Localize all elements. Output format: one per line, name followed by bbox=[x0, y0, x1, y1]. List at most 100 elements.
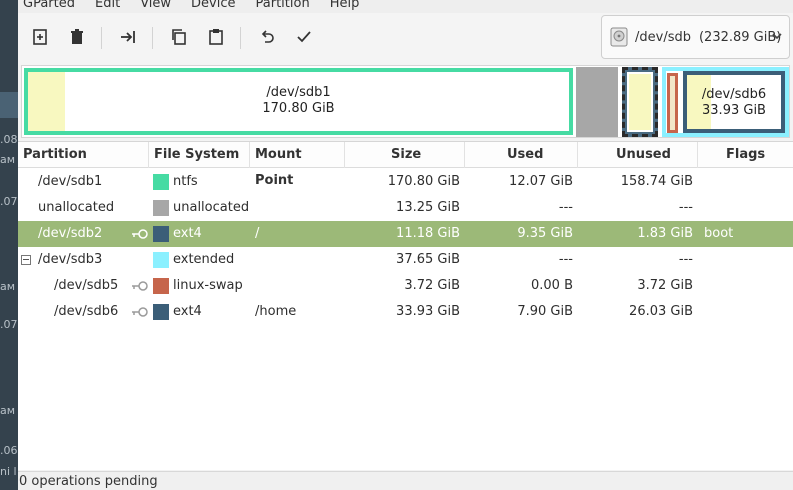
device-name: /dev/sdb bbox=[635, 29, 691, 45]
cell-file-system: linux-swap bbox=[173, 278, 243, 293]
toolbar-separator bbox=[101, 27, 102, 49]
cell-unused: --- bbox=[678, 200, 693, 215]
background-selection bbox=[0, 92, 18, 118]
menu-device[interactable]: Device bbox=[191, 0, 235, 11]
copy-button[interactable] bbox=[166, 24, 192, 50]
status-text: 0 operations pending bbox=[19, 474, 158, 489]
cell-file-system: ext4 bbox=[173, 226, 202, 241]
cell-unused: 3.72 GiB bbox=[637, 278, 693, 293]
cell-used: 9.35 GiB bbox=[517, 226, 573, 241]
cell-used: 12.07 GiB bbox=[509, 174, 573, 189]
table-row[interactable]: unallocated unallocated 13.25 GiB --- --- bbox=[18, 195, 793, 221]
cell-partition: /dev/sdb1 bbox=[38, 174, 103, 189]
menu-view[interactable]: View bbox=[140, 0, 171, 11]
cell-unused: 158.74 GiB bbox=[620, 174, 693, 189]
cell-file-system: ntfs bbox=[173, 174, 198, 189]
cell-partition: /dev/sdb2 bbox=[38, 226, 103, 241]
cell-flags bbox=[704, 299, 784, 325]
menu-partition[interactable]: Partition bbox=[256, 0, 310, 11]
cell-file-system: unallocated bbox=[173, 200, 250, 215]
graphic-unallocated[interactable] bbox=[576, 67, 618, 137]
cell-flags: boot bbox=[704, 226, 734, 241]
copy-icon bbox=[172, 29, 186, 45]
table-row[interactable]: /dev/sdb2 ext4 / 11.18 GiB 9.35 GiB 1.83 GiB b… bbox=[18, 221, 793, 247]
used-space-bar bbox=[627, 72, 653, 132]
cell-mount-point bbox=[255, 247, 340, 273]
cell-size: 13.25 GiB bbox=[396, 200, 460, 215]
toolbar-separator bbox=[240, 27, 241, 49]
menu-edit[interactable]: Edit bbox=[95, 0, 120, 11]
delete-icon bbox=[71, 29, 83, 44]
menubar: GParted Edit View Device Partition Help bbox=[18, 0, 793, 13]
delete-partition-button[interactable] bbox=[64, 24, 90, 50]
disk-icon bbox=[610, 27, 628, 47]
menu-gparted[interactable]: GParted bbox=[23, 0, 75, 11]
filesystem-color-swatch bbox=[153, 304, 169, 320]
device-selector[interactable]: /dev/sdb (232.89 GiB) bbox=[601, 15, 790, 59]
cell-used: --- bbox=[558, 200, 573, 215]
table-row[interactable]: /dev/sdb5 linux-swap 3.72 GiB 0.00 B 3.72 Gi… bbox=[18, 273, 793, 299]
cell-partition: unallocated bbox=[38, 200, 115, 215]
background-text: .06 bbox=[0, 444, 18, 457]
background-text: ni l bbox=[0, 465, 17, 478]
chevron-down-icon bbox=[772, 33, 782, 40]
column-unused[interactable]: Unused bbox=[578, 142, 698, 168]
background-text: ам bbox=[0, 280, 16, 293]
cell-unused: --- bbox=[678, 252, 693, 267]
background-text: .07 bbox=[0, 195, 18, 208]
key-icon bbox=[132, 281, 148, 291]
status-bar: 0 operations pending bbox=[18, 471, 793, 490]
graphic-sdb1-name: /dev/sdb1 bbox=[266, 85, 331, 100]
background-text: ам bbox=[0, 153, 16, 166]
gparted-window: GParted Edit View Device Partition Help bbox=[18, 0, 793, 490]
cell-file-system: ext4 bbox=[173, 304, 202, 319]
cell-used: 0.00 B bbox=[531, 278, 573, 293]
cell-flags bbox=[704, 195, 784, 221]
key-icon bbox=[132, 307, 148, 317]
cell-used: 7.90 GiB bbox=[517, 304, 573, 319]
table-row[interactable]: /dev/sdb1 ntfs 170.80 GiB 12.07 GiB 158.74 G… bbox=[18, 169, 793, 195]
paste-button[interactable] bbox=[203, 24, 229, 50]
background-text: .07 bbox=[0, 318, 18, 331]
column-partition[interactable]: Partition bbox=[18, 142, 149, 168]
cell-flags bbox=[704, 247, 784, 273]
cell-file-system: extended bbox=[173, 252, 235, 267]
collapse-toggle[interactable] bbox=[21, 255, 31, 265]
apply-button[interactable] bbox=[291, 24, 317, 50]
graphic-partition-sdb2[interactable] bbox=[622, 67, 658, 137]
new-partition-button[interactable] bbox=[27, 24, 53, 50]
cell-unused: 1.83 GiB bbox=[637, 226, 693, 241]
graphic-sdb6-name: /dev/sdb6 bbox=[701, 87, 767, 102]
graphic-partition-sdb1[interactable]: /dev/sdb1 170.80 GiB bbox=[24, 68, 573, 135]
column-mount-point[interactable]: Mount Point bbox=[250, 142, 345, 188]
undo-button[interactable] bbox=[254, 24, 280, 50]
resize-move-icon bbox=[121, 31, 135, 43]
cell-mount-point: / bbox=[255, 226, 260, 241]
resize-move-button[interactable] bbox=[115, 24, 141, 50]
graphic-partition-sdb6[interactable]: /dev/sdb6 33.93 GiB bbox=[683, 71, 785, 133]
filesystem-color-swatch bbox=[153, 278, 169, 294]
partition-graphic: /dev/sdb1 170.80 GiB /dev/sdb6 33.93 GiB bbox=[21, 65, 790, 138]
cell-partition: /dev/sdb3 bbox=[38, 252, 103, 267]
cell-size: 37.65 GiB bbox=[396, 252, 460, 267]
paste-icon bbox=[209, 29, 223, 45]
graphic-partition-sdb5[interactable] bbox=[667, 73, 678, 133]
graphic-sdb6-size: 33.93 GiB bbox=[702, 103, 766, 118]
cell-size: 33.93 GiB bbox=[396, 304, 460, 319]
column-file-system[interactable]: File System bbox=[149, 142, 250, 168]
background-text: ам bbox=[0, 404, 16, 417]
table-row[interactable]: /dev/sdb3 extended 37.65 GiB --- --- bbox=[18, 247, 793, 273]
toolbar-separator bbox=[152, 27, 153, 49]
background-text: .08 bbox=[0, 133, 18, 146]
device-size: (232.89 GiB) bbox=[698, 29, 782, 45]
column-flags[interactable]: Flags bbox=[698, 142, 793, 168]
graphic-partition-extended[interactable]: /dev/sdb6 33.93 GiB bbox=[662, 67, 789, 137]
menu-help[interactable]: Help bbox=[330, 0, 360, 11]
cell-used: --- bbox=[558, 252, 573, 267]
cell-size: 3.72 GiB bbox=[404, 278, 460, 293]
cell-unused: 26.03 GiB bbox=[629, 304, 693, 319]
column-used[interactable]: Used bbox=[465, 142, 578, 168]
column-size[interactable]: Size bbox=[345, 142, 465, 168]
cell-flags bbox=[704, 169, 784, 195]
table-row[interactable]: /dev/sdb6 ext4/home 33.93 GiB 7.90 GiB 26.03… bbox=[18, 299, 793, 325]
